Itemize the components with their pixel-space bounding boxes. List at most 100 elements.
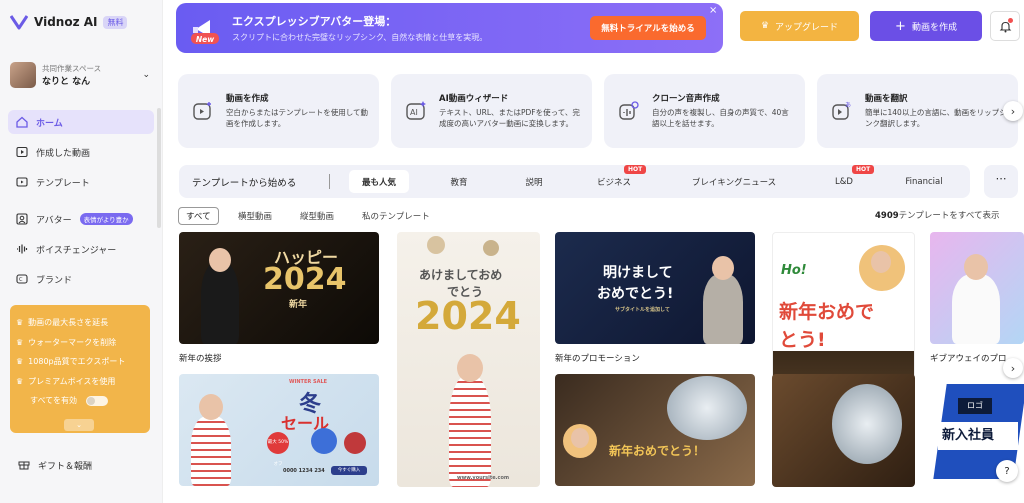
feature-title: 動画を翻訳	[865, 94, 908, 104]
create-video-button[interactable]: + 動画を作成	[870, 11, 982, 41]
subtab-my-templates[interactable]: 私のテンプレート	[362, 207, 430, 225]
sidebar-item-label: アバター	[36, 215, 72, 226]
thumb-year: 2024	[263, 262, 347, 297]
feature-desc: 空白からまたはテンプレートを使用して動画を作成します。	[226, 108, 369, 128]
tab-most-popular[interactable]: 最も人気	[349, 170, 409, 193]
upgrade-button[interactable]: ♛ アップグレード	[740, 11, 859, 41]
sidebar-scrollbar[interactable]	[157, 108, 161, 228]
thumb-url: www.yoursite.com	[457, 475, 510, 481]
crown-icon: ♛	[16, 318, 24, 328]
gift-label: ギフト＆報酬	[38, 462, 93, 472]
hot-badge: HOT	[852, 165, 875, 174]
crown-icon: ♛	[760, 21, 770, 31]
template-card-happy-new-year-2024[interactable]: あけましておめ でとう 2024 www.yoursite.com	[397, 232, 540, 487]
chevron-right-icon: ›	[1010, 361, 1016, 375]
notification-dot	[1008, 18, 1013, 23]
tab-ld[interactable]: L&D HOT	[824, 165, 875, 193]
feature-desc: テキスト、URL、またはPDFを使って、完成度の高いアバター動画に変換します。	[439, 108, 580, 128]
feature-card-ai-wizard[interactable]: AI AI動画ウィザード テキスト、URL、またはPDFを使って、完成度の高いア…	[391, 74, 592, 148]
hot-badge: HOT	[624, 165, 647, 174]
sidebar-item-voice-changer[interactable]: ボイスチェンジャー	[8, 237, 154, 261]
workspace-switcher[interactable]: 共同作業スペース なりと なん ⌄	[10, 60, 150, 90]
logo[interactable]: Vidnoz AI 無料	[10, 14, 128, 30]
feature-card-create-video[interactable]: 動画を作成 空白からまたはテンプレートを使用して動画を作成します。	[178, 74, 379, 148]
template-card-snowman[interactable]: 新年おめでとう！	[555, 374, 755, 486]
sidebar-item-created-videos[interactable]: 作成した動画	[8, 140, 154, 164]
tabs-heading: テンプレートから始める	[192, 178, 297, 189]
close-icon[interactable]: ×	[709, 5, 717, 16]
notifications-button[interactable]	[990, 11, 1020, 41]
thumb-year: 2024	[415, 294, 521, 338]
announcement-banner: New エクスプレッシブアバター登場： スクリプトに合わせた完璧なリップシンク、…	[176, 3, 723, 53]
subtab-all[interactable]: すべて	[178, 207, 219, 225]
tab-education[interactable]: 教育	[429, 170, 489, 193]
template-count-link[interactable]: 4909テンプレートをすべて表示	[875, 209, 999, 221]
crown-icon: ♛	[16, 376, 24, 386]
help-button[interactable]: ?	[996, 460, 1018, 482]
svg-text:AI: AI	[410, 108, 418, 117]
voice-clone-icon	[619, 101, 639, 120]
features-next-button[interactable]: ›	[1003, 101, 1023, 121]
sidebar: Vidnoz AI 無料 共同作業スペース なりと なん ⌄ ホーム 作成した動…	[0, 0, 163, 503]
chevron-down-icon: ⌄	[142, 70, 150, 80]
logo-placeholder: ロゴ	[958, 398, 992, 414]
thumb-title: 新年おめでとう！	[609, 444, 706, 458]
enable-all-toggle[interactable]	[85, 395, 108, 406]
sidebar-item-label: 作成した動画	[36, 148, 91, 159]
banner-subtitle: スクリプトに合わせた完璧なリップシンク、自然な表情と仕草を実現。	[232, 33, 488, 42]
new-feature-badge: 表情がより豊か	[79, 213, 133, 225]
expand-button[interactable]: ⌄	[64, 419, 94, 431]
thumb-cta: 今すぐ購入	[331, 466, 367, 475]
start-free-trial-button[interactable]: 無料トライアルを始める	[590, 16, 706, 40]
tab-financial[interactable]: Financial	[894, 170, 954, 193]
feature-title: AI動画ウィザード	[439, 94, 509, 104]
upgrade-label: アップグレード	[775, 22, 839, 33]
svg-text:C: C	[19, 277, 23, 283]
feature-card-voice-clone[interactable]: クローン音声作成 自分の声を複製し、自身の声質で、40言語以上を話せます。	[604, 74, 805, 148]
snowman-image	[667, 376, 747, 440]
feature-card-translate[interactable]: あ 動画を翻訳 簡単に140以上の言語に、動画をリップシンク翻訳します。	[817, 74, 1018, 148]
tab-business[interactable]: ビジネス HOT	[584, 165, 647, 193]
tab-explanation[interactable]: 説明	[504, 170, 564, 193]
waveform-icon	[16, 243, 28, 255]
subtab-portrait[interactable]: 縦型動画	[300, 207, 334, 225]
feature-desc: 自分の声を複製し、自身の声質で、40言語以上を話せます。	[652, 108, 789, 128]
gift-icon	[18, 458, 30, 473]
subtab-landscape[interactable]: 横型動画	[238, 207, 272, 225]
template-caption: 新年の挨拶	[179, 354, 222, 364]
premium-feature-item: ♛ 動画の最大長さを延長	[16, 318, 109, 328]
sidebar-item-home[interactable]: ホーム	[8, 110, 154, 134]
ornament-decoration	[427, 236, 445, 254]
feature-title: 動画を作成	[226, 94, 269, 104]
template-card-snowman-photo[interactable]	[772, 374, 915, 487]
sidebar-item-brand[interactable]: C ブランド	[8, 267, 154, 291]
translate-icon: あ	[832, 102, 851, 120]
avatar-face	[964, 254, 988, 280]
template-card-new-year-promotion[interactable]: 明けまして おめでとう! サブタイトルを追加して	[555, 232, 755, 344]
avatar-face	[209, 248, 231, 272]
home-icon	[16, 116, 28, 128]
avatar-figure	[191, 416, 231, 486]
sidebar-item-label: テンプレート	[36, 178, 90, 189]
tab-breaking-news[interactable]: ブレイキングニュース	[674, 170, 794, 193]
template-card-giveaway[interactable]	[930, 232, 1024, 344]
sidebar-item-templates[interactable]: テンプレート	[8, 170, 154, 194]
app-name: Vidnoz AI	[34, 15, 98, 29]
avatar-icon	[16, 213, 28, 225]
template-card-new-year-greeting[interactable]: ハッピー 2024 新年	[179, 232, 379, 344]
avatar-figure	[952, 274, 1000, 344]
templates-next-button[interactable]: ›	[1003, 358, 1023, 378]
video-icon	[16, 146, 28, 158]
glove-image	[311, 428, 337, 454]
sidebar-item-avatar[interactable]: アバター 表情がより豊か	[8, 207, 154, 231]
avatar-figure	[449, 376, 491, 487]
tab-label: L&D	[835, 176, 853, 187]
enable-all-row: すべてを有効	[16, 391, 144, 411]
discount-badge: 最大 50% オフ	[267, 432, 289, 467]
premium-feature-item: ♛ ウォーターマークを削除	[16, 337, 117, 347]
more-categories-button[interactable]: ⋯	[984, 165, 1018, 198]
tab-label: ビジネス	[596, 177, 631, 188]
gift-rewards-link[interactable]: ギフト＆報酬	[18, 458, 92, 473]
template-card-winter-sale[interactable]: WINTER SALE 冬 セール 最大 50% オフ 0000 1234 23…	[179, 374, 379, 486]
thumb-tag: Ho!	[781, 263, 807, 278]
